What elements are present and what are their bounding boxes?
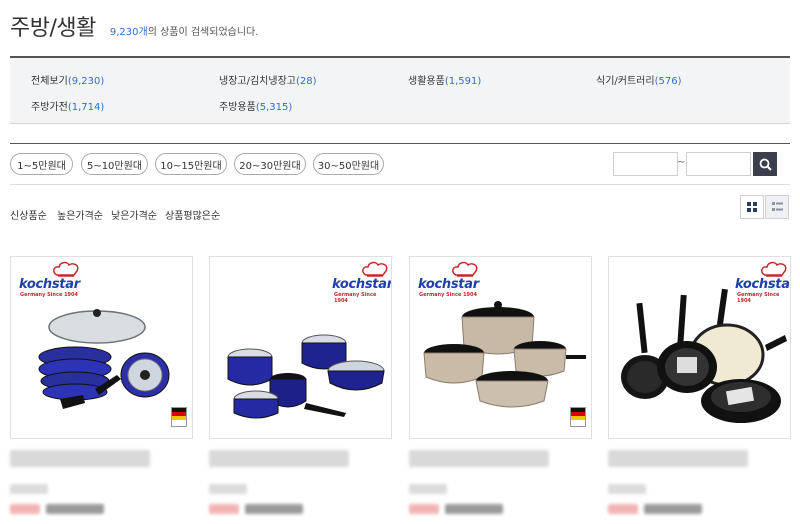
result-count: 9,230개 [109,27,148,38]
cookware-set-image [38,309,170,409]
list-view-button[interactable] [765,195,789,219]
product-price-blurred [46,504,104,514]
brand-tagline: Germany Since 1904 [334,292,377,304]
product-meta-blurred [409,484,447,494]
price-chip-5-10[interactable]: 5~10만원대 [81,153,148,175]
product-image[interactable]: kochstar Germany Since 1904 [409,256,592,439]
category-all[interactable]: 전체보기(9,230) [31,72,104,87]
germany-flag-badge [171,407,187,427]
product-name-blurred [209,450,349,467]
brand-logo: kochstar [418,277,479,292]
frying-pans-image [621,288,787,423]
page-title: 주방/생활 [10,16,96,41]
product-image[interactable]: kochstar Germany Since 1904 [608,256,791,439]
brand-logo: kochstar [332,277,392,292]
grid-view-button[interactable] [740,195,764,219]
product-meta-blurred [608,484,646,494]
product-name-blurred [409,450,549,467]
product-name-blurred [10,450,150,467]
brand-tagline: Germany Since 1904 [20,292,78,298]
enamel-cookware-image [227,334,385,419]
page-header: 주방/생활 9,230개의 상품이 검색되었습니다. [10,10,258,42]
result-suffix: 의 상품이 검색되었습니다. [147,27,259,38]
product-name-blurred [608,450,748,467]
germany-flag-badge [570,407,586,427]
price-range-separator: ~ [677,157,686,168]
product-price-blurred [644,504,702,514]
price-chip-30-50[interactable]: 30~50만원대 [313,153,384,175]
price-chip-10-15[interactable]: 10~15만원대 [155,153,227,175]
price-min-input[interactable] [613,152,678,176]
product-card[interactable]: kochstar Germany Since 1904 [409,256,592,514]
product-meta-blurred [10,484,48,494]
search-icon [759,158,772,171]
brand-logo: kochstar [19,277,80,292]
product-card[interactable]: kochstar Germany Since 1904 [10,256,193,514]
price-search-button[interactable] [753,152,777,176]
sort-price-low[interactable]: 낮은가격순 [111,207,157,222]
category-refrigerator[interactable]: 냉장고/김치냉장고(28) [219,72,317,87]
category-household[interactable]: 생활용품(1,591) [408,72,481,87]
beige-pots-image [423,301,586,408]
sort-most-reviews[interactable]: 상품평많은순 [165,207,220,222]
product-price-blurred [445,504,503,514]
product-meta-blurred [209,484,247,494]
grid-view-icon [747,202,757,212]
product-card[interactable]: kochstar Germany Since 1904 [209,256,392,514]
sort-newest[interactable]: 신상품순 [10,207,47,222]
product-image[interactable]: kochstar Germany Since 1904 [209,256,392,439]
category-kitchen-appliances[interactable]: 주방가전(1,714) [31,98,104,113]
price-max-input[interactable] [686,152,751,176]
category-panel: 전체보기(9,230) 냉장고/김치냉장고(28) 생활용품(1,591) 식기… [10,56,790,124]
sort-price-high[interactable]: 높은가격순 [57,207,103,222]
price-chip-1-5[interactable]: 1~5만원대 [10,153,73,175]
product-image[interactable]: kochstar Germany Since 1904 [10,256,193,439]
product-card[interactable]: kochstar Germany Since 1904 [608,256,791,514]
category-kitchenware[interactable]: 주방용품(5,315) [219,98,292,113]
category-tableware[interactable]: 식기/커트러리(576) [596,72,681,87]
list-view-icon [771,202,783,211]
price-filter-bar: 1~5만원대 5~10만원대 10~15만원대 20~30만원대 30~50만원… [10,143,790,185]
product-discount-blurred [209,504,239,514]
result-summary: 9,230개의 상품이 검색되었습니다. [110,23,259,38]
price-chip-20-30[interactable]: 20~30만원대 [234,153,306,175]
product-discount-blurred [608,504,638,514]
product-discount-blurred [409,504,439,514]
product-price-blurred [245,504,303,514]
product-discount-blurred [10,504,40,514]
